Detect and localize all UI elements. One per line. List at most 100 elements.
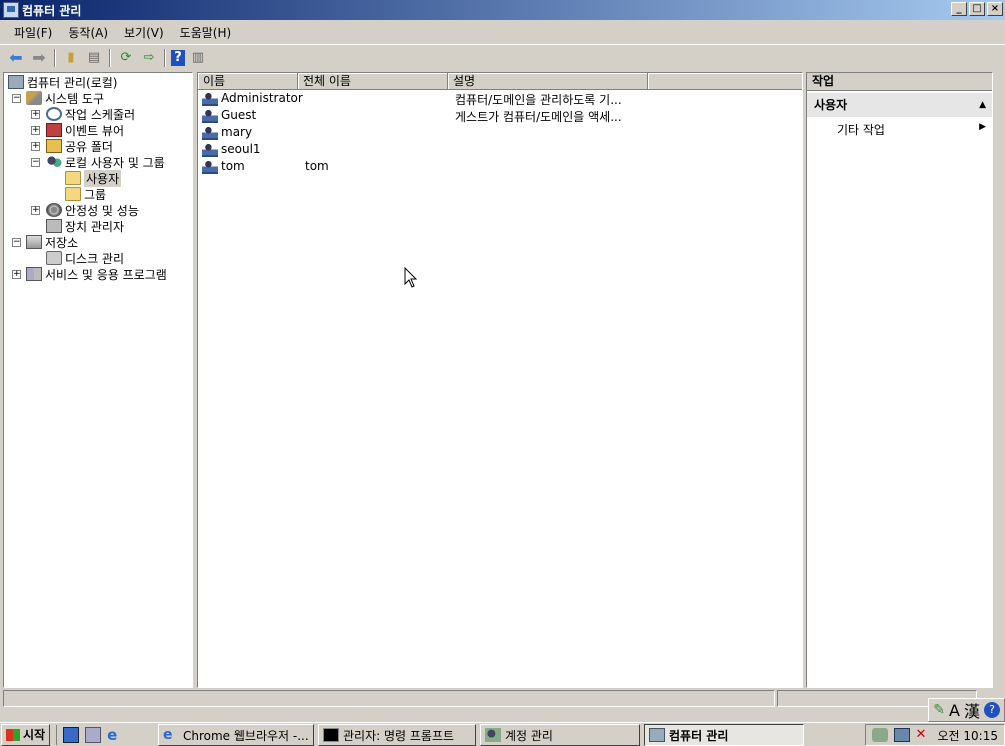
toolbar-separator (54, 48, 56, 67)
list-item-seoul1[interactable]: seoul1 (202, 141, 802, 158)
volume-muted-icon[interactable]: ✕ (916, 728, 932, 742)
column-header-description[interactable]: 설명 (448, 73, 648, 90)
services-icon (26, 267, 42, 281)
console-tree: 컴퓨터 관리(로컬) − 시스템 도구 + 작업 스케줄러 + 이벤트 뷰어 +… (3, 72, 193, 688)
user-list: 이름 전체 이름 설명 Administrator 컴퓨터/도메인을 관리하도록… (197, 72, 803, 688)
mouse-pointer-icon (404, 267, 418, 288)
tree-item-storage[interactable]: 저장소 (26, 234, 78, 250)
tree-item-root[interactable]: 컴퓨터 관리(로컬) (8, 74, 117, 90)
user-icon (202, 125, 218, 140)
forward-arrow-icon[interactable]: ➡ (29, 48, 49, 68)
collapse-up-icon[interactable]: ▲ (979, 93, 986, 117)
window-title: 컴퓨터 관리 (22, 3, 82, 18)
expand-toggle-icon[interactable]: + (31, 206, 40, 215)
toolbar-separator (109, 48, 111, 67)
expand-toggle-icon[interactable]: + (31, 126, 40, 135)
list-item-administrator[interactable]: Administrator 컴퓨터/도메인을 관리하도록 기... (202, 90, 802, 107)
tree-item-system-tools[interactable]: 시스템 도구 (26, 90, 104, 106)
taskbar: 시작 e e Chrome 웹브라우저 -... 관리자: 명령 프롬프트 계정… (0, 722, 1005, 746)
internet-explorer-icon[interactable]: e (107, 727, 123, 743)
taskbar-item-computer-management[interactable]: 컴퓨터 관리 (644, 724, 804, 746)
computer-management-icon (3, 2, 19, 18)
up-folder-icon[interactable]: ▮ (61, 48, 81, 68)
show-hide-tree-icon[interactable]: ▤ (84, 48, 104, 68)
toolbar-separator (164, 48, 166, 67)
help-icon[interactable]: ? (984, 702, 1000, 718)
window-edge (993, 72, 1005, 688)
tree-item-event-viewer[interactable]: 이벤트 뷰어 (46, 122, 124, 138)
menu-file[interactable]: 파일(F) (6, 24, 60, 41)
hanja-button[interactable]: 漢 (964, 698, 980, 722)
language-mode-button[interactable]: A (949, 701, 960, 720)
actions-header: 작업 (807, 73, 992, 91)
taskbar-item-account[interactable]: 계정 관리 (480, 724, 640, 746)
command-prompt-icon (323, 728, 339, 742)
clock-icon (46, 107, 62, 121)
minimize-button[interactable]: _ (951, 2, 967, 16)
submenu-arrow-icon: ▶ (979, 122, 986, 132)
export-list-icon[interactable]: ⇨ (139, 48, 159, 68)
disk-icon (46, 251, 62, 265)
users-icon (485, 728, 501, 742)
menu-action[interactable]: 동작(A) (60, 24, 116, 41)
disabled-user-icon (202, 108, 218, 123)
user-icon (202, 142, 218, 157)
actions-pane: 작업 사용자 ▲ 기타 작업 ▶ (806, 72, 993, 688)
tree-item-task-scheduler[interactable]: 작업 스케줄러 (46, 106, 135, 122)
status-bar (0, 688, 1005, 710)
show-action-pane-icon[interactable]: ▥ (188, 48, 208, 68)
users-groups-icon (46, 155, 62, 169)
quick-launch: e (56, 724, 129, 745)
tree-item-reliability-performance[interactable]: 안정성 및 성능 (46, 202, 139, 218)
input-method-icon[interactable]: ✎ (933, 702, 945, 718)
security-icon[interactable] (871, 728, 888, 742)
tree-item-local-users-groups[interactable]: 로컬 사용자 및 그룹 (46, 154, 165, 170)
collapse-toggle-icon[interactable]: − (12, 238, 21, 247)
tree-item-shared-folders[interactable]: 공유 폴더 (46, 138, 113, 154)
taskbar-item-cmd[interactable]: 관리자: 명령 프롬프트 (318, 724, 476, 746)
help-icon[interactable]: ? (171, 49, 185, 66)
tree-item-users[interactable]: 사용자 (65, 169, 122, 187)
shared-folder-icon (46, 139, 62, 153)
column-header-empty (648, 73, 802, 90)
menu-view[interactable]: 보기(V) (116, 24, 172, 41)
refresh-icon[interactable]: ⟳ (116, 48, 136, 68)
collapse-toggle-icon[interactable]: − (31, 158, 40, 167)
list-item-mary[interactable]: mary (202, 124, 802, 141)
folder-icon (65, 187, 81, 201)
device-manager-icon (46, 219, 62, 233)
internet-explorer-icon: e (163, 727, 173, 743)
toolbar: ⬅ ➡ ▮ ▤ ⟳ ⇨ ? ▥ (0, 44, 1005, 70)
menu-help[interactable]: 도움말(H) (172, 24, 240, 41)
window-controls: _ □ × (951, 2, 1003, 16)
maximize-button[interactable]: □ (969, 2, 985, 16)
column-header-name[interactable]: 이름 (198, 73, 298, 90)
tree-item-groups[interactable]: 그룹 (65, 186, 106, 202)
expand-toggle-icon[interactable]: + (12, 270, 21, 279)
system-tray: ✕ 오전 10:15 (864, 724, 1005, 746)
expand-toggle-icon[interactable]: + (31, 142, 40, 151)
windows-logo-icon (6, 728, 20, 741)
server-manager-icon[interactable] (85, 726, 102, 743)
collapse-toggle-icon[interactable]: − (12, 94, 21, 103)
window-title-bar: 컴퓨터 관리 _ □ × (0, 0, 1005, 20)
tree-item-disk-management[interactable]: 디스크 관리 (46, 250, 124, 266)
more-actions-item[interactable]: 기타 작업 (837, 121, 885, 138)
start-button[interactable]: 시작 (1, 723, 51, 746)
menu-bar: 파일(F) 동작(A) 보기(V) 도움말(H) (0, 20, 1005, 44)
clock[interactable]: 오전 10:15 (938, 727, 998, 744)
taskbar-item-chrome[interactable]: e Chrome 웹브라우저 -... (158, 724, 314, 746)
tree-item-services-apps[interactable]: 서비스 및 응용 프로그램 (26, 266, 167, 282)
performance-icon (46, 203, 62, 217)
tree-item-device-manager[interactable]: 장치 관리자 (46, 218, 124, 234)
list-item-guest[interactable]: Guest 게스트가 컴퓨터/도메인을 액세... (202, 107, 802, 124)
computer-icon (8, 75, 24, 89)
back-arrow-icon[interactable]: ⬅ (6, 48, 26, 68)
show-desktop-icon[interactable] (63, 726, 80, 743)
close-button[interactable]: × (987, 2, 1003, 16)
list-item-tom[interactable]: tom tom (202, 158, 802, 175)
expand-toggle-icon[interactable]: + (31, 110, 40, 119)
column-header-full-name[interactable]: 전체 이름 (298, 73, 448, 90)
network-icon[interactable] (893, 728, 910, 742)
actions-section-users[interactable]: 사용자 ▲ (807, 93, 992, 117)
